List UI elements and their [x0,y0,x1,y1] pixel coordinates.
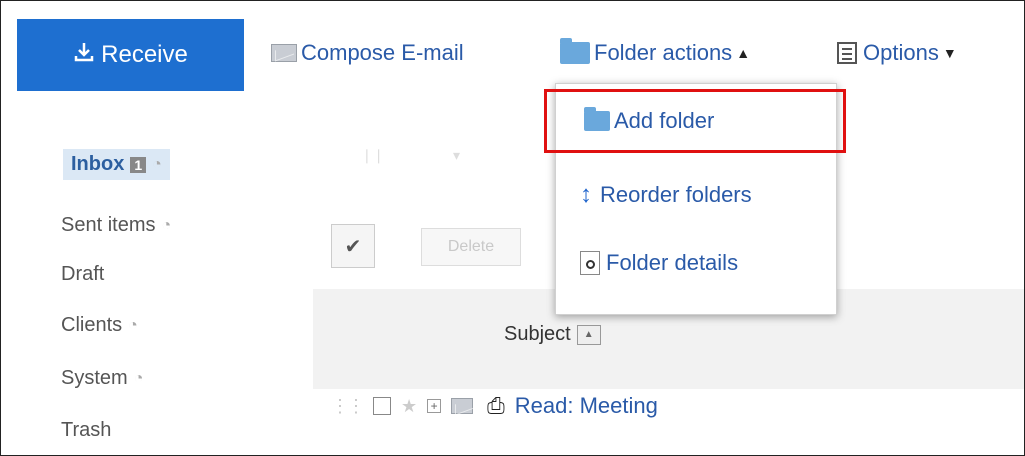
options-label: Options [863,40,939,65]
sidebar-item-inbox[interactable]: Inbox 1 ◔ [63,149,170,180]
menu-item-reorder-folders[interactable]: ↕ Reorder folders [580,181,752,209]
subject-header-label: Subject [504,323,571,345]
sidebar-item-clients[interactable]: Clients ◔ [61,314,138,337]
download-icon [73,41,95,70]
subject-column-header[interactable]: Subject ▲ [504,323,601,346]
rss-icon: ◔ [161,216,172,234]
sidebar-item-label: Inbox [71,153,125,175]
reorder-icon: ↕ [580,181,592,208]
expand-icon[interactable]: + [427,399,442,413]
magnifier-icon [580,251,600,275]
drag-handle-icon[interactable]: ⋮⋮ [331,396,365,417]
faded-control: ❘❘ [361,147,385,163]
sidebar-item-draft[interactable]: Draft [61,263,104,286]
envelope-icon [271,44,297,62]
caret-down-icon: ▼ [942,45,957,61]
faded-control: ▾ [453,147,461,163]
mail-app: Receive Compose E-mail Folder actions ▲ … [0,0,1025,456]
receive-label: Receive [101,41,188,68]
menu-item-label: Folder details [606,250,739,275]
folder-actions-button[interactable]: Folder actions ▲ [560,37,750,69]
sidebar-item-label: Sent items [61,214,156,236]
highlight-box [544,89,846,153]
sidebar-item-trash[interactable]: Trash [61,419,111,442]
sidebar-item-sent-items[interactable]: Sent items ◔ [61,214,171,237]
compose-label: Compose E-mail [301,40,464,65]
select-all-checkbox[interactable]: ✔ [331,224,375,268]
list-icon [837,42,857,64]
sidebar-item-label: Trash [61,419,112,441]
star-icon[interactable]: ★ [401,396,417,417]
row-checkbox[interactable] [373,397,391,415]
message-subject-link[interactable]: Read: Meeting [515,393,658,419]
sidebar-item-system[interactable]: System ◔ [61,367,143,390]
rss-icon: ◔ [133,369,144,387]
table-row[interactable]: ⋮⋮ ★ + ⎙ Read: Meeting [331,393,658,419]
options-button[interactable]: Options ▼ [837,37,957,69]
sidebar-item-label: System [61,367,128,389]
menu-item-folder-details[interactable]: Folder details [580,250,738,276]
compose-email-button[interactable]: Compose E-mail [271,37,464,69]
receive-button[interactable]: Receive [17,19,244,91]
folder-icon [560,38,590,64]
folder-actions-label: Folder actions [594,40,733,65]
sidebar-item-label: Draft [61,263,105,285]
menu-item-label: Reorder folders [600,182,752,207]
sidebar-item-label: Clients [61,314,123,336]
caret-up-icon: ▲ [736,45,751,61]
delete-button[interactable]: Delete [421,228,521,266]
envelope-icon [451,398,474,414]
unread-count-badge: 1 [130,156,147,173]
attachment-icon: ⎙ [487,393,505,418]
sort-ascending-icon[interactable]: ▲ [576,324,601,345]
rss-icon: ◔ [128,316,138,334]
rss-icon: ◔ [152,155,162,173]
